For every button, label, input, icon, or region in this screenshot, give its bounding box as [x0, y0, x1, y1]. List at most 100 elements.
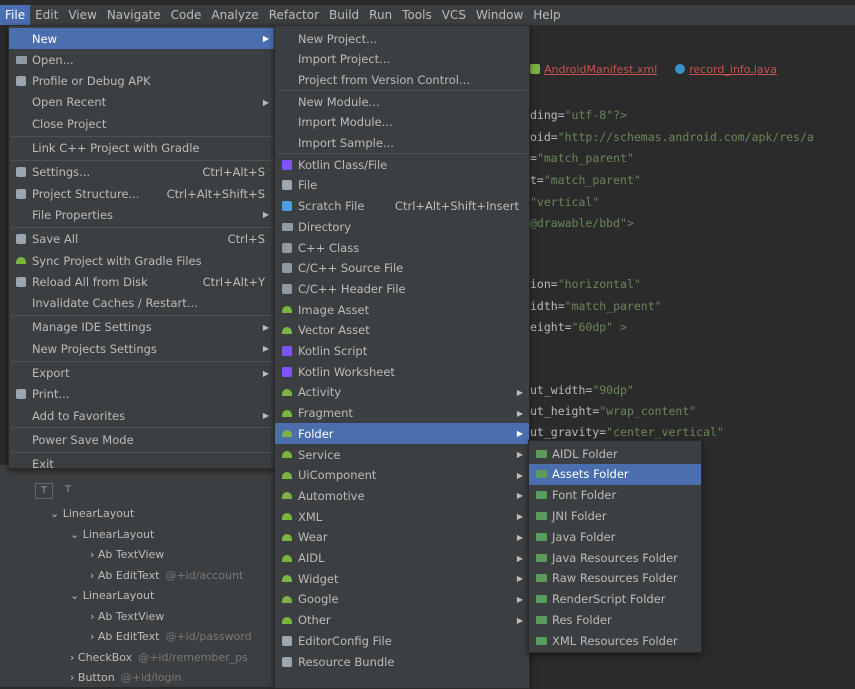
new_menu-item-uicomponent[interactable]: UiComponent ▶ [275, 465, 529, 486]
file_menu-item-open[interactable]: Open... [9, 49, 275, 70]
file_menu-item-link-c-project-with-gradle[interactable]: Link C++ Project with Gradle [9, 138, 275, 159]
menubar-vcs[interactable]: VCS [437, 5, 471, 25]
code-line: eight="60dp" > [530, 320, 627, 334]
file_menu-item-save-all[interactable]: Save All Ctrl+S [9, 229, 275, 250]
file_menu-item-export[interactable]: Export ▶ [9, 363, 275, 384]
file_menu-item-project-structure[interactable]: Project Structure... Ctrl+Alt+Shift+S [9, 183, 275, 204]
menu-separator [11, 135, 273, 137]
new_menu-item-activity[interactable]: Activity ▶ [275, 382, 529, 403]
folder_menu-item-java-folder[interactable]: Java Folder [529, 526, 701, 547]
code-line: ut_gravity="center_vertical" [530, 425, 724, 439]
new_menu-item-vector-asset[interactable]: Vector Asset [275, 320, 529, 341]
file_menu-item-exit[interactable]: Exit [9, 454, 275, 475]
tree-node[interactable]: › Ab EditText @+id/password [90, 630, 252, 643]
new_menu-item-c-c-source-file[interactable]: C/C++ Source File [275, 258, 529, 279]
new_menu-item-google[interactable]: Google ▶ [275, 589, 529, 610]
folder_menu-item-res-folder[interactable]: Res Folder [529, 609, 701, 630]
new_menu-item-import-project[interactable]: Import Project... [275, 49, 529, 70]
file_menu-item-open-recent[interactable]: Open Recent ▶ [9, 92, 275, 113]
folder_menu-item-renderscript-folder[interactable]: RenderScript Folder [529, 589, 701, 610]
new_menu-item-automotive[interactable]: Automotive ▶ [275, 485, 529, 506]
new_menu-item-fragment[interactable]: Fragment ▶ [275, 403, 529, 424]
menubar-window[interactable]: Window [471, 5, 528, 25]
menubar-file[interactable]: File [0, 5, 31, 25]
file_menu-item-invalidate-caches-restart[interactable]: Invalidate Caches / Restart... [9, 293, 275, 314]
new_menu-item-kotlin-worksheet[interactable]: Kotlin Worksheet [275, 361, 529, 382]
new_menu-item-scratch-file[interactable]: Scratch File Ctrl+Alt+Shift+Insert [275, 196, 529, 217]
new_menu-item-c-c-header-file[interactable]: C/C++ Header File [275, 278, 529, 299]
droid-icon [281, 324, 293, 336]
tree-node[interactable]: › Ab TextView [90, 548, 164, 561]
menubar-code[interactable]: Code [166, 5, 207, 25]
tree-node[interactable]: ⌄ LinearLayout [70, 528, 154, 541]
new_menu-item-kotlin-script[interactable]: Kotlin Script [275, 341, 529, 362]
new_menu-item-image-asset[interactable]: Image Asset [275, 299, 529, 320]
droid-icon [281, 304, 293, 316]
new_menu-item-service[interactable]: Service ▶ [275, 444, 529, 465]
new_menu-item-file[interactable]: File [275, 175, 529, 196]
folder_menu-item-xml-resources-folder[interactable]: XML Resources Folder [529, 630, 701, 651]
folder_menu-item-raw-resources-folder[interactable]: Raw Resources Folder [529, 568, 701, 589]
cpp-icon [281, 283, 293, 295]
new_menu-item-c-class[interactable]: C++ Class [275, 237, 529, 258]
new_menu-item-folder[interactable]: Folder ▶ [275, 423, 529, 445]
tab-record-info[interactable]: record_info.java [675, 63, 777, 76]
new_menu-item-aidl[interactable]: AIDL ▶ [275, 548, 529, 569]
tree-node[interactable]: › Ab EditText @+id/account [90, 569, 243, 582]
tab-manifest[interactable]: AndroidManifest.xml [530, 63, 657, 76]
file_menu-item-settings[interactable]: Settings... Ctrl+Alt+S [9, 162, 275, 183]
folder_menu-item-jni-folder[interactable]: JNI Folder [529, 505, 701, 526]
file_menu-item-profile-or-debug-apk[interactable]: Profile or Debug APK [9, 71, 275, 92]
menubar-analyze[interactable]: Analyze [206, 5, 263, 25]
tree-node[interactable]: ⌄ LinearLayout [70, 589, 154, 602]
file_menu-item-sync-project-with-gradle-files[interactable]: Sync Project with Gradle Files [9, 250, 275, 271]
menubar-edit[interactable]: Edit [30, 5, 63, 25]
file_menu-item-file-properties[interactable]: File Properties ▶ [9, 204, 275, 225]
new_menu-item-other[interactable]: Other ▶ [275, 610, 529, 631]
new_menu-item-xml[interactable]: XML ▶ [275, 506, 529, 527]
file_menu-item-manage-ide-settings[interactable]: Manage IDE Settings ▶ [9, 317, 275, 338]
menubar-view[interactable]: View [63, 5, 101, 25]
new_menu-item-import-module[interactable]: Import Module... [275, 112, 529, 133]
folder_menu-item-font-folder[interactable]: Font Folder [529, 485, 701, 506]
file_menu-item-close-project[interactable]: Close Project [9, 113, 275, 134]
menubar-tools[interactable]: Tools [397, 5, 437, 25]
folder-submenu: AIDL Folder Assets Folder Font Folder JNI F… [528, 440, 702, 653]
new_menu-item-new-project[interactable]: New Project... [275, 28, 529, 49]
tree-collapse-icon[interactable]: ⊤ [60, 483, 76, 497]
menubar-help[interactable]: Help [528, 5, 565, 25]
new_menu-item-kotlin-class-file[interactable]: Kotlin Class/File [275, 154, 529, 175]
new_menu-item-wear[interactable]: Wear ▶ [275, 527, 529, 548]
menubar-build[interactable]: Build [324, 5, 364, 25]
tree-node[interactable]: › CheckBox @+id/remember_ps [70, 651, 248, 664]
greenfolder-icon [535, 448, 547, 460]
menubar-refactor[interactable]: Refactor [264, 5, 324, 25]
new_menu-item-new-module[interactable]: New Module... [275, 91, 529, 112]
file_menu-item-label: Open Recent [32, 95, 107, 110]
new_menu-item-editorconfig-file[interactable]: EditorConfig File [275, 630, 529, 651]
new_menu-item-resource-bundle[interactable]: Resource Bundle [275, 651, 529, 672]
new_menu-item-import-sample[interactable]: Import Sample... [275, 133, 529, 154]
code-string: "vertical" [530, 195, 600, 209]
file_menu-item-reload-all-from-disk[interactable]: Reload All from Disk Ctrl+Alt+Y [9, 271, 275, 292]
file_menu-item-new[interactable]: New ▶ [9, 28, 275, 49]
file_menu-item-add-to-favorites[interactable]: Add to Favorites ▶ [9, 405, 275, 426]
file_menu-item-power-save-mode[interactable]: Power Save Mode [9, 429, 275, 450]
tree-node[interactable]: › Ab TextView [90, 610, 164, 623]
folder_menu-item-java-resources-folder[interactable]: Java Resources Folder [529, 547, 701, 568]
submenu-arrow-icon: ▶ [262, 97, 269, 107]
tree-node[interactable]: ⌄ LinearLayout [50, 507, 134, 520]
menubar-navigate[interactable]: Navigate [102, 5, 166, 25]
folder_menu-item-aidl-folder[interactable]: AIDL Folder [529, 443, 701, 464]
tree-expand-icon[interactable]: ⊤ [35, 483, 53, 499]
structure-icon [15, 188, 27, 200]
folder_menu-item-assets-folder[interactable]: Assets Folder [529, 463, 701, 485]
file_menu-item-new-projects-settings[interactable]: New Projects Settings ▶ [9, 338, 275, 359]
file_menu-item-print[interactable]: Print... [9, 384, 275, 405]
new_menu-item-directory[interactable]: Directory [275, 216, 529, 237]
folder_menu-item-label: Java Folder [552, 529, 616, 544]
new_menu-item-project-from-version-control[interactable]: Project from Version Control... [275, 69, 529, 90]
new_menu-item-widget[interactable]: Widget ▶ [275, 568, 529, 589]
menubar-run[interactable]: Run [364, 5, 397, 25]
tree-node[interactable]: › Button @+id/login [70, 671, 182, 684]
